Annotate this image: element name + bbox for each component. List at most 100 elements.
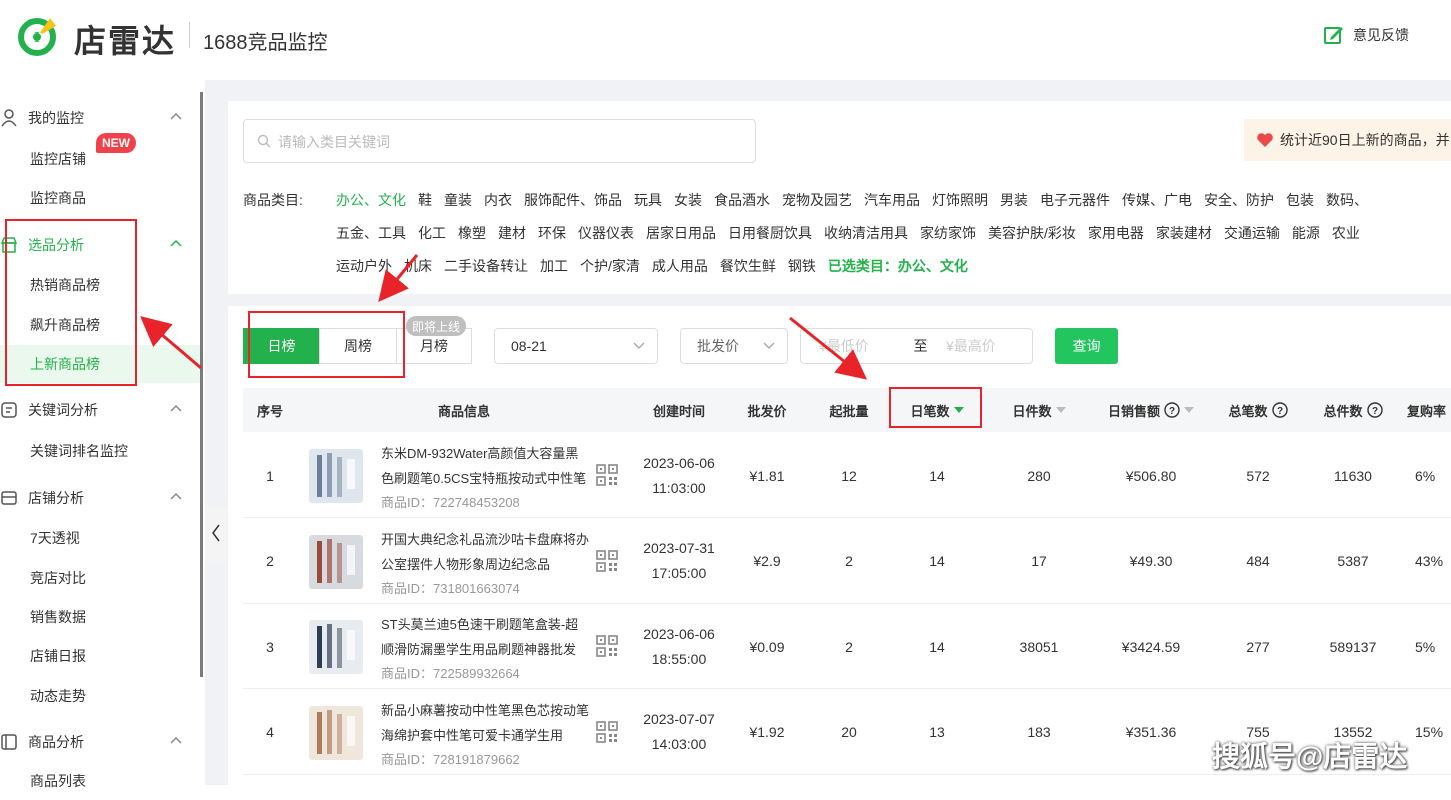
price-type-select[interactable]: 批发价: [680, 328, 788, 364]
sidebar-item-daily-report[interactable]: 店铺日报: [0, 637, 200, 675]
sidebar-item-7day[interactable]: 7天透视: [0, 519, 200, 557]
sidebar-item-rising-products[interactable]: 飙升商品榜: [0, 306, 200, 344]
category-item[interactable]: 办公、文化: [336, 190, 406, 210]
date-value: 08-21: [511, 338, 547, 354]
feedback-button[interactable]: 意见反馈: [1323, 24, 1409, 46]
sidebar-item-monitor-products[interactable]: 监控商品: [0, 179, 200, 217]
sidebar-item-trend[interactable]: 动态走势: [0, 677, 200, 715]
category-item[interactable]: 玩具: [634, 190, 662, 210]
category-item[interactable]: 家用电器: [1088, 223, 1144, 243]
product-thumbnail[interactable]: [309, 705, 363, 760]
qr-code-icon[interactable]: [596, 464, 618, 486]
table-row[interactable]: 3 ST头莫兰迪5色速干刷题笔盒装-超顺滑防漏墨学生用品刷题神器批发 商品ID：72…: [243, 604, 1451, 689]
category-item[interactable]: 传媒、广电: [1122, 190, 1192, 210]
category-item[interactable]: 农业: [1332, 223, 1360, 243]
chevron-up-icon: [170, 492, 182, 500]
table-row[interactable]: 1 东米DM-932Water高颜值大容量黑色刷题笔0.5CS宝特瓶按动式中性笔商…: [243, 433, 1451, 518]
category-item[interactable]: 二手设备转让: [444, 256, 528, 276]
category-item[interactable]: 橡塑: [458, 223, 486, 243]
product-title[interactable]: 新品小麻薯按动中性笔黑色芯按动笔海绵护套中性笔可爱卡通学生用: [381, 698, 591, 748]
product-title[interactable]: 东米DM-932Water高颜值大容量黑色刷题笔0.5CS宝特瓶按动式中性笔: [381, 441, 591, 491]
category-item[interactable]: 加工: [540, 256, 568, 276]
sidebar-group-store[interactable]: 店铺分析: [0, 478, 200, 518]
category-item[interactable]: 日用餐厨饮具: [728, 223, 812, 243]
category-item[interactable]: 机床: [404, 256, 432, 276]
collapse-sidebar-button[interactable]: [205, 505, 227, 561]
category-item[interactable]: 化工: [418, 223, 446, 243]
category-item[interactable]: 居家日用品: [646, 223, 716, 243]
category-item[interactable]: 包装: [1286, 190, 1314, 210]
category-item[interactable]: 个护/家清: [580, 256, 640, 276]
wholesale-price: ¥1.92: [749, 724, 785, 740]
date-select[interactable]: 08-21: [494, 328, 658, 364]
help-icon: ?: [1271, 402, 1288, 418]
category-item[interactable]: 钢铁: [788, 256, 816, 276]
chevron-up-icon: [170, 404, 182, 412]
min-price-input[interactable]: [819, 338, 905, 354]
product-thumbnail[interactable]: [309, 449, 363, 503]
tab-daily[interactable]: 日榜: [243, 328, 320, 364]
category-item[interactable]: 宠物及园艺: [782, 190, 852, 210]
sidebar-item-compare[interactable]: 竞店对比: [0, 559, 200, 597]
category-item[interactable]: 内衣: [484, 190, 512, 210]
col-no: 序号: [256, 403, 283, 419]
category-item[interactable]: 电子元器件: [1040, 190, 1110, 210]
category-item[interactable]: 能源: [1292, 223, 1320, 243]
product-thumbnail[interactable]: [309, 534, 363, 589]
category-item[interactable]: 童装: [444, 190, 472, 210]
category-item[interactable]: 环保: [538, 223, 566, 243]
category-item[interactable]: 灯饰照明: [932, 190, 988, 210]
category-item[interactable]: 建材: [498, 223, 526, 243]
category-item[interactable]: 鞋: [418, 190, 432, 210]
category-item[interactable]: 汽车用品: [864, 190, 920, 210]
query-button[interactable]: 查询: [1055, 328, 1118, 364]
product-title[interactable]: ST头莫兰迪5色速干刷题笔盒装-超顺滑防漏墨学生用品刷题神器批发: [381, 612, 591, 662]
category-item[interactable]: 收纳清洁用具: [824, 223, 908, 243]
col-daily-pieces[interactable]: 日件数: [983, 388, 1095, 432]
category-item[interactable]: 成人用品: [652, 256, 708, 276]
category-item[interactable]: 餐饮生鲜: [720, 256, 776, 276]
product-info: ST头莫兰迪5色速干刷题笔盒装-超顺滑防漏墨学生用品刷题神器批发 商品ID：722…: [381, 612, 591, 686]
category-search-box[interactable]: [243, 119, 756, 163]
category-item[interactable]: 家装建材: [1156, 223, 1212, 243]
sidebar-group-keyword[interactable]: 关键词分析: [0, 390, 200, 430]
category-item[interactable]: 交通运输: [1224, 223, 1280, 243]
repurchase-rate: 6%: [1415, 467, 1436, 484]
promo-banner: 统计近90日上新的商品，并: [1244, 119, 1451, 161]
sidebar-item-new-products[interactable]: 上新商品榜: [0, 345, 200, 383]
category-item[interactable]: 女装: [674, 190, 702, 210]
table-row[interactable]: 2 开国大典纪念礼品流沙咕卡盘麻将办公室摆件人物形象周边纪念品 商品ID：73180…: [243, 518, 1451, 604]
col-daily-sales[interactable]: 日销售额 ?: [1095, 388, 1207, 432]
chevron-down-icon: [633, 342, 645, 349]
category-item[interactable]: 美容护肤/彩妆: [988, 223, 1076, 243]
category-item[interactable]: 运动户外: [336, 256, 392, 276]
col-daily-orders[interactable]: 日笔数: [891, 388, 983, 432]
product-thumbnail[interactable]: [309, 620, 363, 674]
category-item[interactable]: 家纺家饰: [920, 223, 976, 243]
sidebar-item-sales-data[interactable]: 销售数据: [0, 598, 200, 636]
sidebar-scrollbar[interactable]: [200, 92, 203, 677]
sidebar-group-monitor[interactable]: 我的监控: [0, 98, 200, 138]
product-info: 东米DM-932Water高颜值大容量黑色刷题笔0.5CS宝特瓶按动式中性笔 商品…: [381, 441, 591, 515]
qr-code-icon[interactable]: [596, 549, 618, 572]
category-item[interactable]: 服饰配件、饰品: [524, 190, 622, 210]
qr-code-icon[interactable]: [596, 635, 618, 657]
category-item[interactable]: 数码、: [1326, 190, 1368, 210]
qr-code-icon[interactable]: [596, 720, 618, 743]
sidebar-item-keyword-rank[interactable]: 关键词排名监控: [0, 432, 200, 470]
sidebar-group-product[interactable]: 商品分析: [0, 722, 200, 762]
category-item[interactable]: 五金、工具: [336, 223, 406, 243]
col-moq: 起批量: [829, 403, 869, 419]
sidebar-group-selection[interactable]: 选品分析: [0, 225, 200, 265]
category-item[interactable]: 食品酒水: [714, 190, 770, 210]
category-item[interactable]: 仪器仪表: [578, 223, 634, 243]
category-item[interactable]: 男装: [1000, 190, 1028, 210]
category-item[interactable]: 安全、防护: [1204, 190, 1274, 210]
tab-weekly[interactable]: 周榜: [319, 328, 397, 364]
sidebar-item-hot-products[interactable]: 热销商品榜: [0, 266, 200, 304]
product-title[interactable]: 开国大典纪念礼品流沙咕卡盘麻将办公室摆件人物形象周边纪念品: [381, 527, 591, 577]
max-price-input[interactable]: [946, 338, 1032, 354]
store-icon: [1, 491, 17, 505]
sidebar-item-product-list[interactable]: 商品列表: [0, 762, 200, 800]
category-search-input[interactable]: [278, 131, 738, 153]
